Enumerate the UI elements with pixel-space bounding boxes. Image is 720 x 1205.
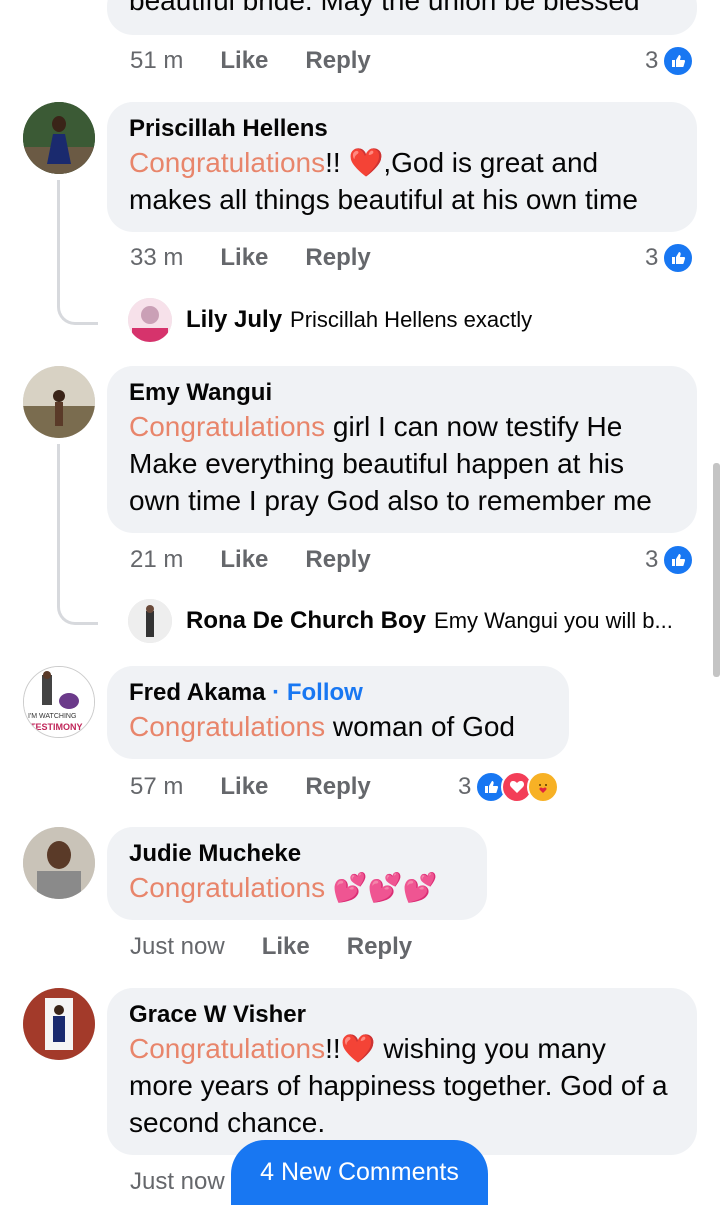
reply-thread-line	[57, 180, 98, 325]
comment-author[interactable]: Priscillah Hellens	[129, 114, 675, 144]
comment-text: Congratulations!! ❤️,God is great and ma…	[129, 144, 675, 218]
avatar-caption: TESTIMONY	[30, 722, 83, 732]
reply-text: Emy Wangui you will b...	[434, 608, 673, 633]
comment-text: beautiful bride. May the union be blesse…	[129, 0, 640, 16]
reply-thread-line	[57, 444, 98, 625]
scrollbar[interactable]	[713, 463, 720, 677]
comment-bubble: Emy Wangui Congratulations girl I can no…	[107, 366, 697, 533]
comment-text: Congratulations girl I can now testify H…	[129, 408, 675, 519]
comment-author[interactable]: Emy Wangui	[129, 378, 675, 408]
comment-author-row: Fred Akama · Follow	[129, 678, 547, 708]
avatar[interactable]	[23, 102, 95, 174]
heart-emojis: 💕💕💕	[325, 872, 438, 903]
reaction-summary[interactable]: 3	[458, 771, 560, 803]
reaction-count: 3	[645, 47, 659, 74]
comment-text-rest: woman of God	[325, 711, 515, 742]
comment-meta: 57 m Like Reply	[130, 773, 408, 801]
comment-time: Just now	[130, 933, 225, 960]
congratulations-highlight[interactable]: Congratulations	[129, 872, 325, 903]
avatar	[128, 599, 172, 643]
reply-author[interactable]: Rona De Church Boy	[186, 607, 426, 635]
reaction-count: 3	[458, 773, 472, 800]
congratulations-highlight[interactable]: Congratulations	[129, 411, 325, 442]
like-reaction-icon	[662, 45, 695, 77]
congratulations-highlight[interactable]: Congratulations	[129, 1033, 325, 1064]
comment-author[interactable]: Grace W Visher	[129, 1000, 675, 1030]
like-button[interactable]: Like	[220, 773, 268, 801]
comment-bubble: Grace W Visher Congratulations!!❤️ wishi…	[107, 988, 697, 1155]
new-comments-button[interactable]: 4 New Comments	[231, 1140, 488, 1205]
comment-time: 51 m	[130, 47, 184, 74]
avatar[interactable]	[23, 988, 95, 1060]
comment-author[interactable]: Judie Mucheke	[129, 839, 465, 869]
like-button[interactable]: Like	[220, 546, 268, 574]
comment-bubble: Fred Akama · Follow Congratulations woma…	[107, 666, 569, 759]
avatar[interactable]	[23, 827, 95, 899]
avatar-caption: I'M WATCHING	[28, 713, 77, 720]
like-reaction-icon	[662, 242, 695, 274]
reply-button[interactable]: Reply	[305, 546, 370, 574]
comment-bubble: Priscillah Hellens Congratulations!! ❤️,…	[107, 102, 697, 232]
comment-time: 21 m	[130, 546, 184, 573]
reaction-count: 3	[645, 244, 659, 271]
reply-button[interactable]: Reply	[347, 933, 412, 961]
reaction-count: 3	[645, 546, 659, 573]
comment-author[interactable]: Fred Akama	[129, 679, 266, 706]
reply-preview[interactable]: Rona De Church Boy Emy Wangui you will b…	[128, 599, 673, 643]
reply-preview[interactable]: Lily July Priscillah Hellens exactly	[128, 298, 532, 342]
reply-button[interactable]: Reply	[305, 47, 370, 75]
comment-time: Just now	[130, 1168, 225, 1195]
care-reaction-icon	[527, 771, 560, 803]
comment-meta-top: 51 m Like Reply	[130, 47, 408, 75]
avatar[interactable]	[23, 366, 95, 438]
congratulations-highlight[interactable]: Congratulations	[129, 711, 325, 742]
like-button[interactable]: Like	[220, 47, 268, 75]
comment-meta: 21 m Like Reply	[130, 546, 408, 574]
avatar[interactable]: I'M WATCHING TESTIMONY	[23, 666, 95, 738]
comment-time: 33 m	[130, 244, 184, 271]
comment-bubble-top: beautiful bride. May the union be blesse…	[107, 0, 697, 35]
comment-bubble: Judie Mucheke Congratulations 💕💕💕	[107, 827, 487, 920]
like-reaction-icon	[662, 544, 695, 576]
avatar	[128, 298, 172, 342]
reaction-summary[interactable]: 3	[645, 242, 695, 274]
reply-button[interactable]: Reply	[305, 244, 370, 272]
like-button[interactable]: Like	[262, 933, 310, 961]
like-button[interactable]: Like	[220, 244, 268, 272]
reply-author[interactable]: Lily July	[186, 306, 282, 334]
reaction-summary[interactable]: 3	[645, 544, 695, 576]
comment-text: Congratulations 💕💕💕	[129, 869, 465, 906]
congratulations-highlight[interactable]: Congratulations	[129, 147, 325, 178]
comment-meta: Just now Like Reply	[130, 933, 449, 961]
reply-text: Priscillah Hellens exactly	[290, 307, 533, 332]
comment-time: 57 m	[130, 773, 184, 800]
comment-text: Congratulations!!❤️ wishing you many mor…	[129, 1030, 675, 1141]
reaction-summary-top[interactable]: 3	[645, 45, 695, 77]
follow-button[interactable]: · Follow	[272, 679, 363, 706]
comment-text: Congratulations woman of God	[129, 708, 547, 745]
comment-meta: 33 m Like Reply	[130, 244, 408, 272]
reply-button[interactable]: Reply	[305, 773, 370, 801]
